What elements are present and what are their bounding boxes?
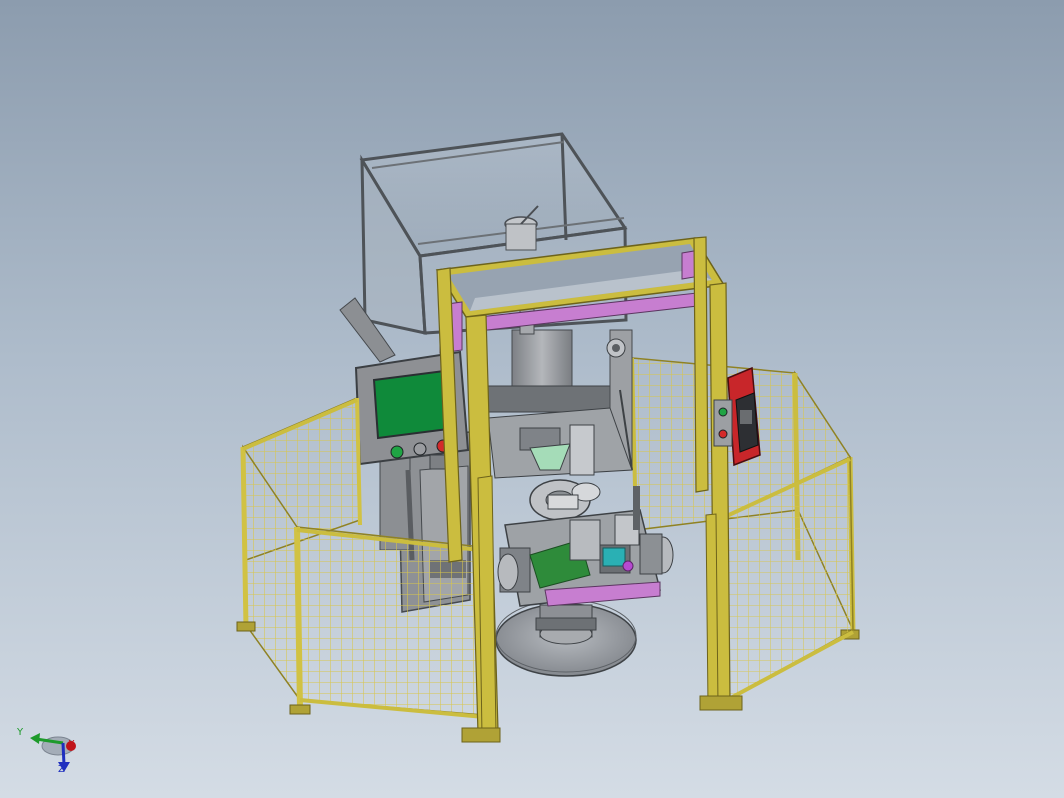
cad-viewport[interactable]: Y Z X [0, 0, 1064, 798]
lamp-red [718, 429, 728, 439]
lamp-green [718, 407, 728, 417]
view-orientation-triad[interactable]: Y Z X [14, 722, 84, 782]
fixture-assembly [487, 407, 633, 521]
hmi-button-green[interactable] [390, 445, 404, 459]
axis-x-label: X [68, 739, 75, 750]
assembly-model[interactable] [0, 0, 1064, 798]
axis-y-label: Y [17, 727, 24, 738]
triad-axes [30, 733, 76, 772]
rotary-table[interactable] [495, 599, 637, 677]
axis-z-label: Z [58, 764, 65, 775]
hmi-button-gray[interactable] [413, 442, 427, 456]
